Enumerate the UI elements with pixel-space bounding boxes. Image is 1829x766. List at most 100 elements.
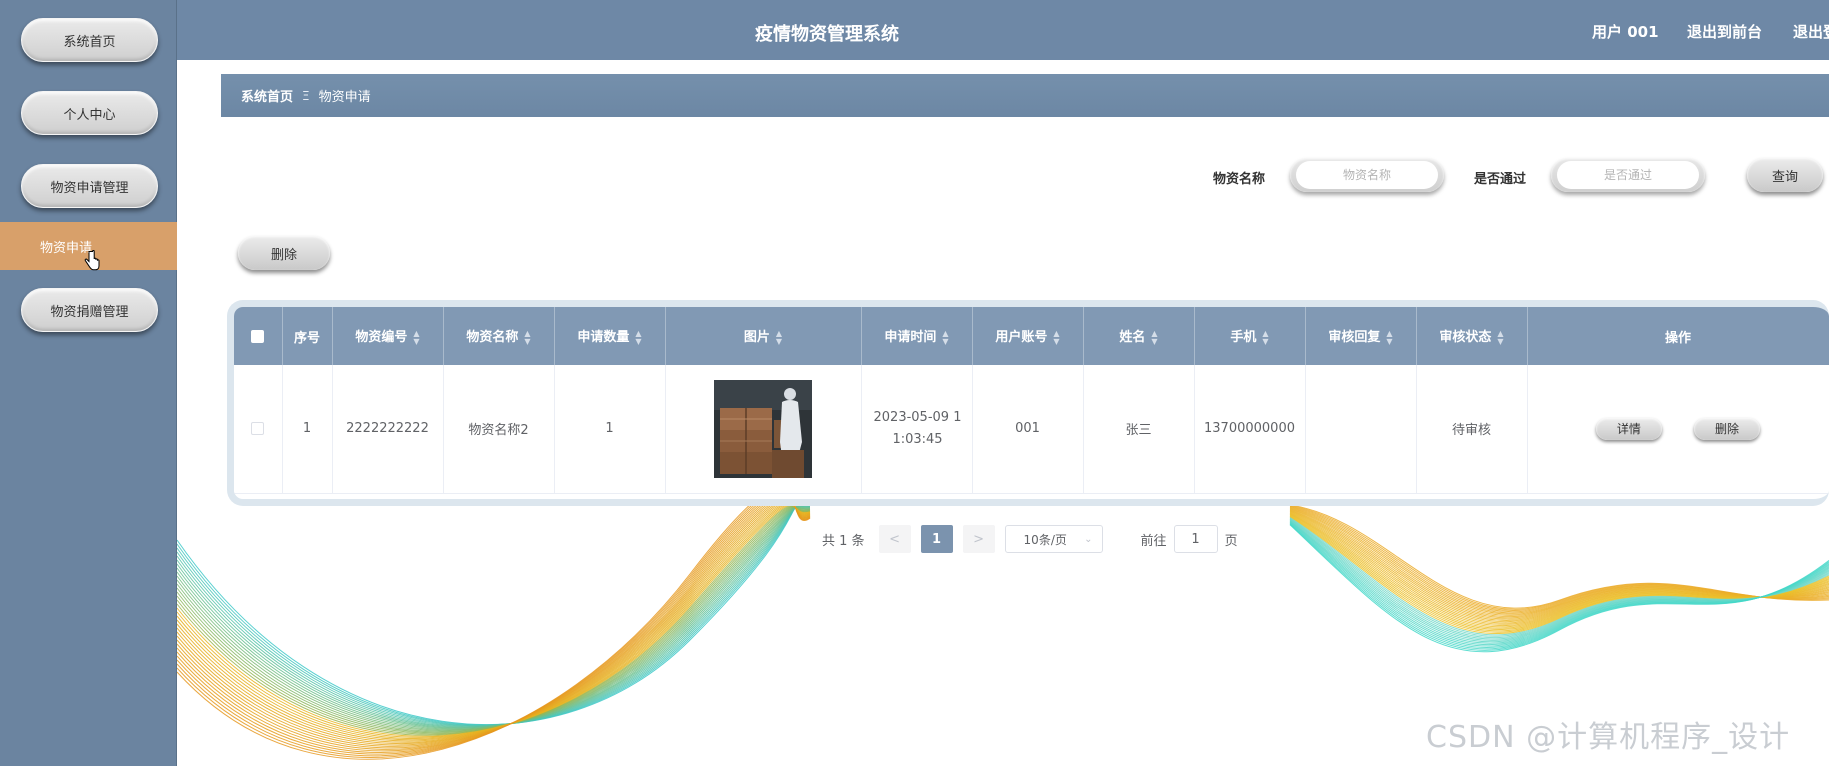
search-passed-label: 是否通过 [1474,172,1527,187]
cell-person: 张三 [1083,365,1195,494]
search-name-label: 物资名称 [1213,172,1266,187]
cell-account: 001 [972,365,1084,494]
goto-page-input[interactable]: 1 [1173,525,1218,553]
sort-icon[interactable]: ▲ ▼ [1151,329,1157,346]
batch-delete-button[interactable]: 删除 [238,236,330,270]
wave-line [176,506,811,729]
column-label: 申请时间 [884,330,937,346]
wave-line [176,500,811,743]
pagination: 共 1 条 < 1 > 10条/页 ⌄ 前往 1 页 [822,525,1238,553]
column-label: 手机 [1230,330,1257,346]
column-header-sortable[interactable]: 申请时间 ▲ ▼ [861,307,973,365]
wave-line [176,506,811,732]
column-header-sortable[interactable]: 审核回复 ▲ ▼ [1305,307,1417,365]
sort-icon[interactable]: ▲ ▼ [524,329,530,346]
wave-line [176,501,811,742]
sidebar-item-personal-center[interactable]: 个人中心 [21,91,158,135]
column-header-sortable[interactable]: 用户账号 ▲ ▼ [972,307,1084,365]
wave-line [176,503,811,739]
search-passed-input[interactable] [1557,161,1699,189]
wave-line [176,489,811,757]
sidebar-item-apply-management[interactable]: 物资申请管理 [21,164,158,208]
wave-line [1289,519,1829,641]
cell-time: 2023-05-09 11:03:45 [861,365,973,494]
sort-icon[interactable]: ▲ ▼ [1386,329,1392,346]
cell-index: 1 [282,365,333,494]
page-number-button[interactable]: 1 [920,525,953,553]
column-label: 申请数量 [577,330,630,346]
wave-line [176,486,811,760]
cell-status: 待审核 [1416,365,1528,494]
column-header-sortable[interactable]: 物资名称 ▲ ▼ [443,307,555,365]
column-label: 用户账号 [995,330,1048,346]
detail-button[interactable]: 详情 [1595,417,1662,440]
column-label: 物资名称 [466,330,519,346]
column-header-sortable[interactable]: 物资编号 ▲ ▼ [332,307,444,365]
page-size-value: 10条/页 [1023,532,1067,547]
watermark: CSDN @计算机程序_设计 [1426,720,1791,755]
query-button[interactable]: 查询 [1747,158,1823,192]
wave-line [176,491,811,755]
sort-icon[interactable]: ▲ ▼ [1497,329,1503,346]
sort-icon[interactable]: ▲ ▼ [1053,329,1059,346]
search-passed-wrapper [1551,158,1705,192]
breadcrumb-home[interactable]: 系统首页 [241,86,293,105]
page-size-select[interactable]: 10条/页 ⌄ [1004,525,1103,553]
cell-actions: 详情 删除 [1527,365,1829,494]
sort-icon[interactable]: ▲ ▼ [413,329,419,346]
prev-page-button[interactable]: < [878,525,911,553]
column-header: 操作 [1527,307,1829,365]
column-header: 序号 [282,307,333,365]
column-header-sortable[interactable]: 姓名 ▲ ▼ [1083,307,1195,365]
top-bar: 疫情物资管理系统 用户 001 退出到前台 退出登录 [177,0,1829,60]
data-table: 序号 物资编号 ▲ ▼ 物资名称 ▲ ▼ 申请数量 ▲ ▼ 图片 ▲ ▼ 申请时间 ▲ ▼ 用户账号… [227,300,1829,506]
column-header-sortable[interactable]: 手机 ▲ ▼ [1194,307,1306,365]
column-label: 审核状态 [1439,330,1492,346]
row-checkbox[interactable] [251,422,265,436]
search-name-wrapper [1290,158,1444,192]
wave-line [176,504,811,726]
sort-icon[interactable]: ▲ ▼ [942,329,948,346]
app-title: 疫情物资管理系统 [755,24,899,45]
column-label: 审核回复 [1328,330,1381,346]
select-all-checkbox[interactable] [251,329,265,343]
wave-line [176,496,811,749]
column-header-sortable[interactable]: 申请数量 ▲ ▼ [554,307,666,365]
cell-name: 物资名称2 [443,365,555,494]
breadcrumb-separator-icon: Ξ [302,88,310,103]
chevron-down-icon: ⌄ [1084,533,1093,545]
sidebar: 系统首页 个人中心 物资申请管理 物资申请 物资捐赠管理 [0,0,177,766]
cell-image [665,365,862,494]
goto-suffix: 页 [1224,533,1238,549]
logout-link[interactable]: 退出登录 [1793,21,1829,42]
goto-label: 前往 [1140,533,1167,549]
wave-line [176,493,811,752]
sort-icon[interactable]: ▲ ▼ [635,329,641,346]
cell-code: 2222222222 [332,365,444,494]
sidebar-item-donation-management[interactable]: 物资捐赠管理 [21,288,158,332]
wave-line [176,505,811,736]
back-to-front-link[interactable]: 退出到前台 [1687,21,1762,42]
breadcrumb-current: 物资申请 [318,90,371,105]
supplies-photo[interactable] [714,379,812,478]
delete-button[interactable]: 删除 [1694,417,1761,440]
sort-icon[interactable]: ▲ ▼ [1262,329,1268,346]
next-page-button[interactable]: > [962,525,995,553]
sort-icon[interactable]: ▲ ▼ [776,329,782,346]
cell-reply [1305,365,1417,494]
wave-line [176,506,811,732]
wave-line [176,497,811,747]
wave-line [176,505,811,735]
wave-line [176,502,811,741]
column-header-sortable[interactable]: 图片 ▲ ▼ [665,307,862,365]
row-select-cell [234,365,283,494]
hand-cursor-icon [84,250,100,271]
wave-line [176,503,811,725]
cell-phone: 13700000000 [1194,365,1306,494]
column-header-sortable[interactable]: 审核状态 ▲ ▼ [1416,307,1528,365]
select-all-cell [234,307,283,365]
sidebar-item-home[interactable]: 系统首页 [21,18,158,62]
breadcrumb: 系统首页 Ξ 物资申请 [221,74,1829,117]
search-name-input[interactable] [1296,161,1438,189]
table-row: 1 2222222222 物资名称2 1 2023-05-09 11:03:45… [234,365,1829,494]
